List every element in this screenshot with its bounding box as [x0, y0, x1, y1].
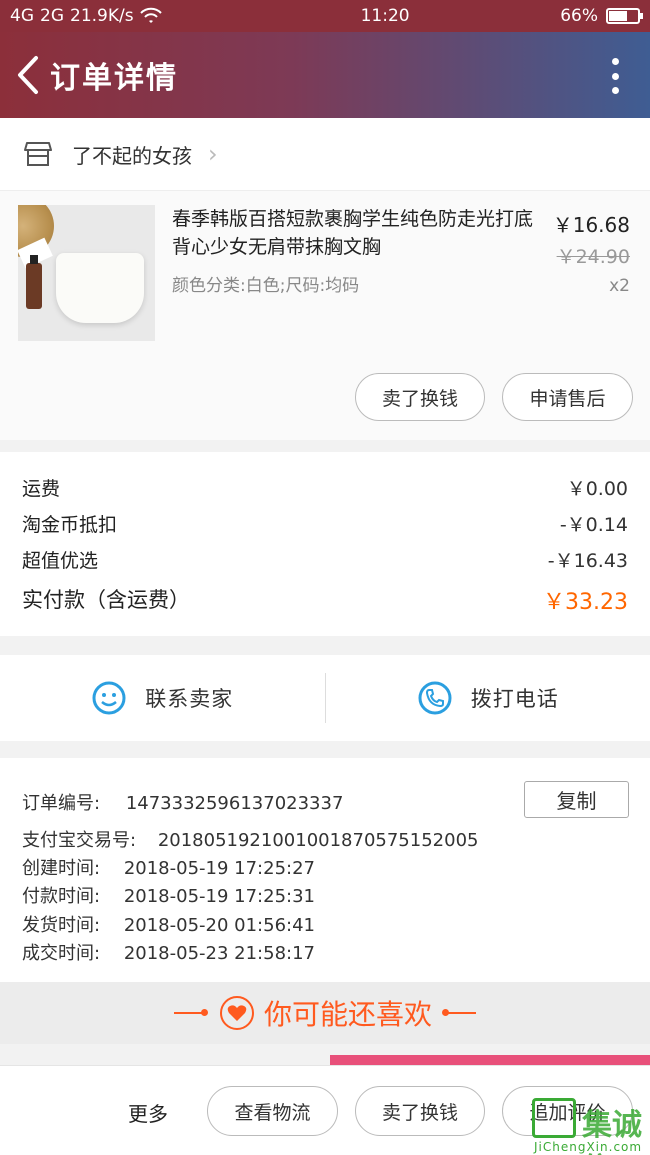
shipped-time: 2018-05-20 01:56:41 [123, 915, 315, 936]
sell-again-button[interactable]: 卖了换钱 [355, 1086, 485, 1136]
watermark-logo: 集诚信 JiChengXin.com [532, 1098, 650, 1155]
created-label: 创建时间: [22, 858, 101, 879]
battery-fill [609, 11, 628, 21]
shipping-row: 运费 ￥0.00 [22, 474, 628, 501]
completed-row: 成交时间: 2018-05-23 21:58:17 [22, 939, 315, 965]
watermark-box [532, 1098, 576, 1138]
after-sale-button[interactable]: 申请售后 [502, 373, 633, 421]
total-row: 实付款（含运费） ￥33.23 [22, 584, 628, 616]
product-image[interactable] [18, 205, 155, 341]
phone-icon [418, 681, 452, 715]
total-label: 实付款（含运费） [22, 588, 190, 612]
paid-time: 2018-05-19 17:25:31 [123, 886, 315, 907]
signal-2g: 2G [40, 6, 64, 26]
completed-time: 2018-05-23 21:58:17 [123, 943, 315, 964]
more-menu-button[interactable] [610, 58, 620, 94]
watermark-site: JiChengXin.com [534, 1140, 643, 1154]
alipay-label: 支付宝交易号: [22, 830, 137, 851]
dash-right [442, 1009, 476, 1016]
wifi-icon [139, 7, 162, 23]
heart-icon [219, 996, 254, 1030]
recommend-header: 你可能还喜欢 [0, 982, 650, 1044]
dot [611, 58, 619, 65]
paid-row: 付款时间: 2018-05-19 17:25:31 [22, 882, 315, 908]
alipay-number: 2018051921001001870575152005 [157, 830, 479, 851]
contact-seller-button[interactable]: 联系卖家 [0, 655, 325, 741]
dot [611, 87, 619, 94]
battery-percent: 66% [560, 6, 598, 26]
order-number-row: 订单编号: 1473332596137023337 [22, 789, 343, 815]
status-bar: 4G 2G 21.9K/s 11:20 66% [0, 0, 650, 32]
signal-4g: 4G [10, 6, 34, 26]
shipping-value: ￥0.00 [566, 478, 628, 500]
sell-item-button[interactable]: 卖了换钱 [355, 373, 485, 421]
shop-name: 了不起的女孩 [72, 143, 192, 168]
page-title: 订单详情 [50, 61, 178, 96]
coin-value: -￥0.14 [559, 514, 628, 536]
total-value: ￥33.23 [543, 590, 628, 615]
cost-summary: 运费 ￥0.00 淘金币抵扣 -￥0.14 超值优选 -￥16.43 实付款（含… [0, 452, 650, 636]
battery-icon [606, 8, 643, 24]
chevron-left-icon [18, 56, 38, 94]
call-phone-label: 拨打电话 [470, 687, 559, 711]
created-time: 2018-05-19 17:25:27 [123, 858, 315, 879]
product-item: 春季韩版百搭短款裹胸学生纯色防走光打底背心少女无肩带抹胸文胸 颜色分类:白色;尺… [0, 190, 650, 440]
dot [611, 72, 619, 80]
deal-label: 超值优选 [22, 550, 99, 572]
call-phone-button[interactable]: 拨打电话 [326, 655, 650, 741]
deal-row: 超值优选 -￥16.43 [22, 546, 628, 573]
alipay-row: 支付宝交易号: 2018051921001001870575152005 [22, 826, 478, 852]
contact-seller-label: 联系卖家 [145, 687, 234, 711]
clock: 11:20 [360, 6, 410, 26]
contact-bar: 联系卖家 拨打电话 [0, 655, 650, 741]
recommend-title: 你可能还喜欢 [263, 998, 432, 1031]
paid-label: 付款时间: [22, 886, 101, 907]
product-spec: 颜色分类:白色;尺码:均码 [172, 276, 360, 296]
shipped-row: 发货时间: 2018-05-20 01:56:41 [22, 911, 315, 937]
created-row: 创建时间: 2018-05-19 17:25:27 [22, 854, 315, 880]
order-number: 1473332596137023337 [125, 793, 344, 814]
completed-label: 成交时间: [22, 943, 101, 964]
shipped-label: 发货时间: [22, 915, 101, 936]
shop-row[interactable]: 了不起的女孩 › [0, 118, 650, 190]
product-title[interactable]: 春季韩版百搭短款裹胸学生纯色防走光打底背心少女无肩带抹胸文胸 [172, 205, 544, 261]
recommend-item-preview[interactable] [330, 1055, 650, 1065]
back-button[interactable] [6, 32, 50, 118]
order-info: 订单编号: 1473332596137023337 复制 支付宝交易号: 201… [0, 758, 650, 982]
product-original-price: ￥24.90 [556, 246, 630, 268]
deal-value: -￥16.43 [547, 550, 628, 572]
product-quantity: x2 [609, 276, 630, 296]
product-price: ￥16.68 [552, 213, 630, 237]
copy-button[interactable]: 复制 [524, 781, 629, 818]
chevron-right-icon: › [208, 140, 218, 168]
view-logistics-button[interactable]: 查看物流 [207, 1086, 338, 1136]
chat-face-icon [92, 681, 126, 715]
app-header: 订单详情 [0, 32, 650, 118]
coin-row: 淘金币抵扣 -￥0.14 [22, 510, 628, 537]
more-actions-button[interactable]: 更多 [128, 1098, 168, 1127]
network-speed: 21.9K/s [70, 6, 134, 26]
coin-label: 淘金币抵扣 [22, 514, 118, 536]
shipping-label: 运费 [22, 478, 61, 500]
store-icon [24, 142, 52, 166]
dash-left [173, 1009, 208, 1016]
order-number-label: 订单编号: [22, 793, 101, 814]
